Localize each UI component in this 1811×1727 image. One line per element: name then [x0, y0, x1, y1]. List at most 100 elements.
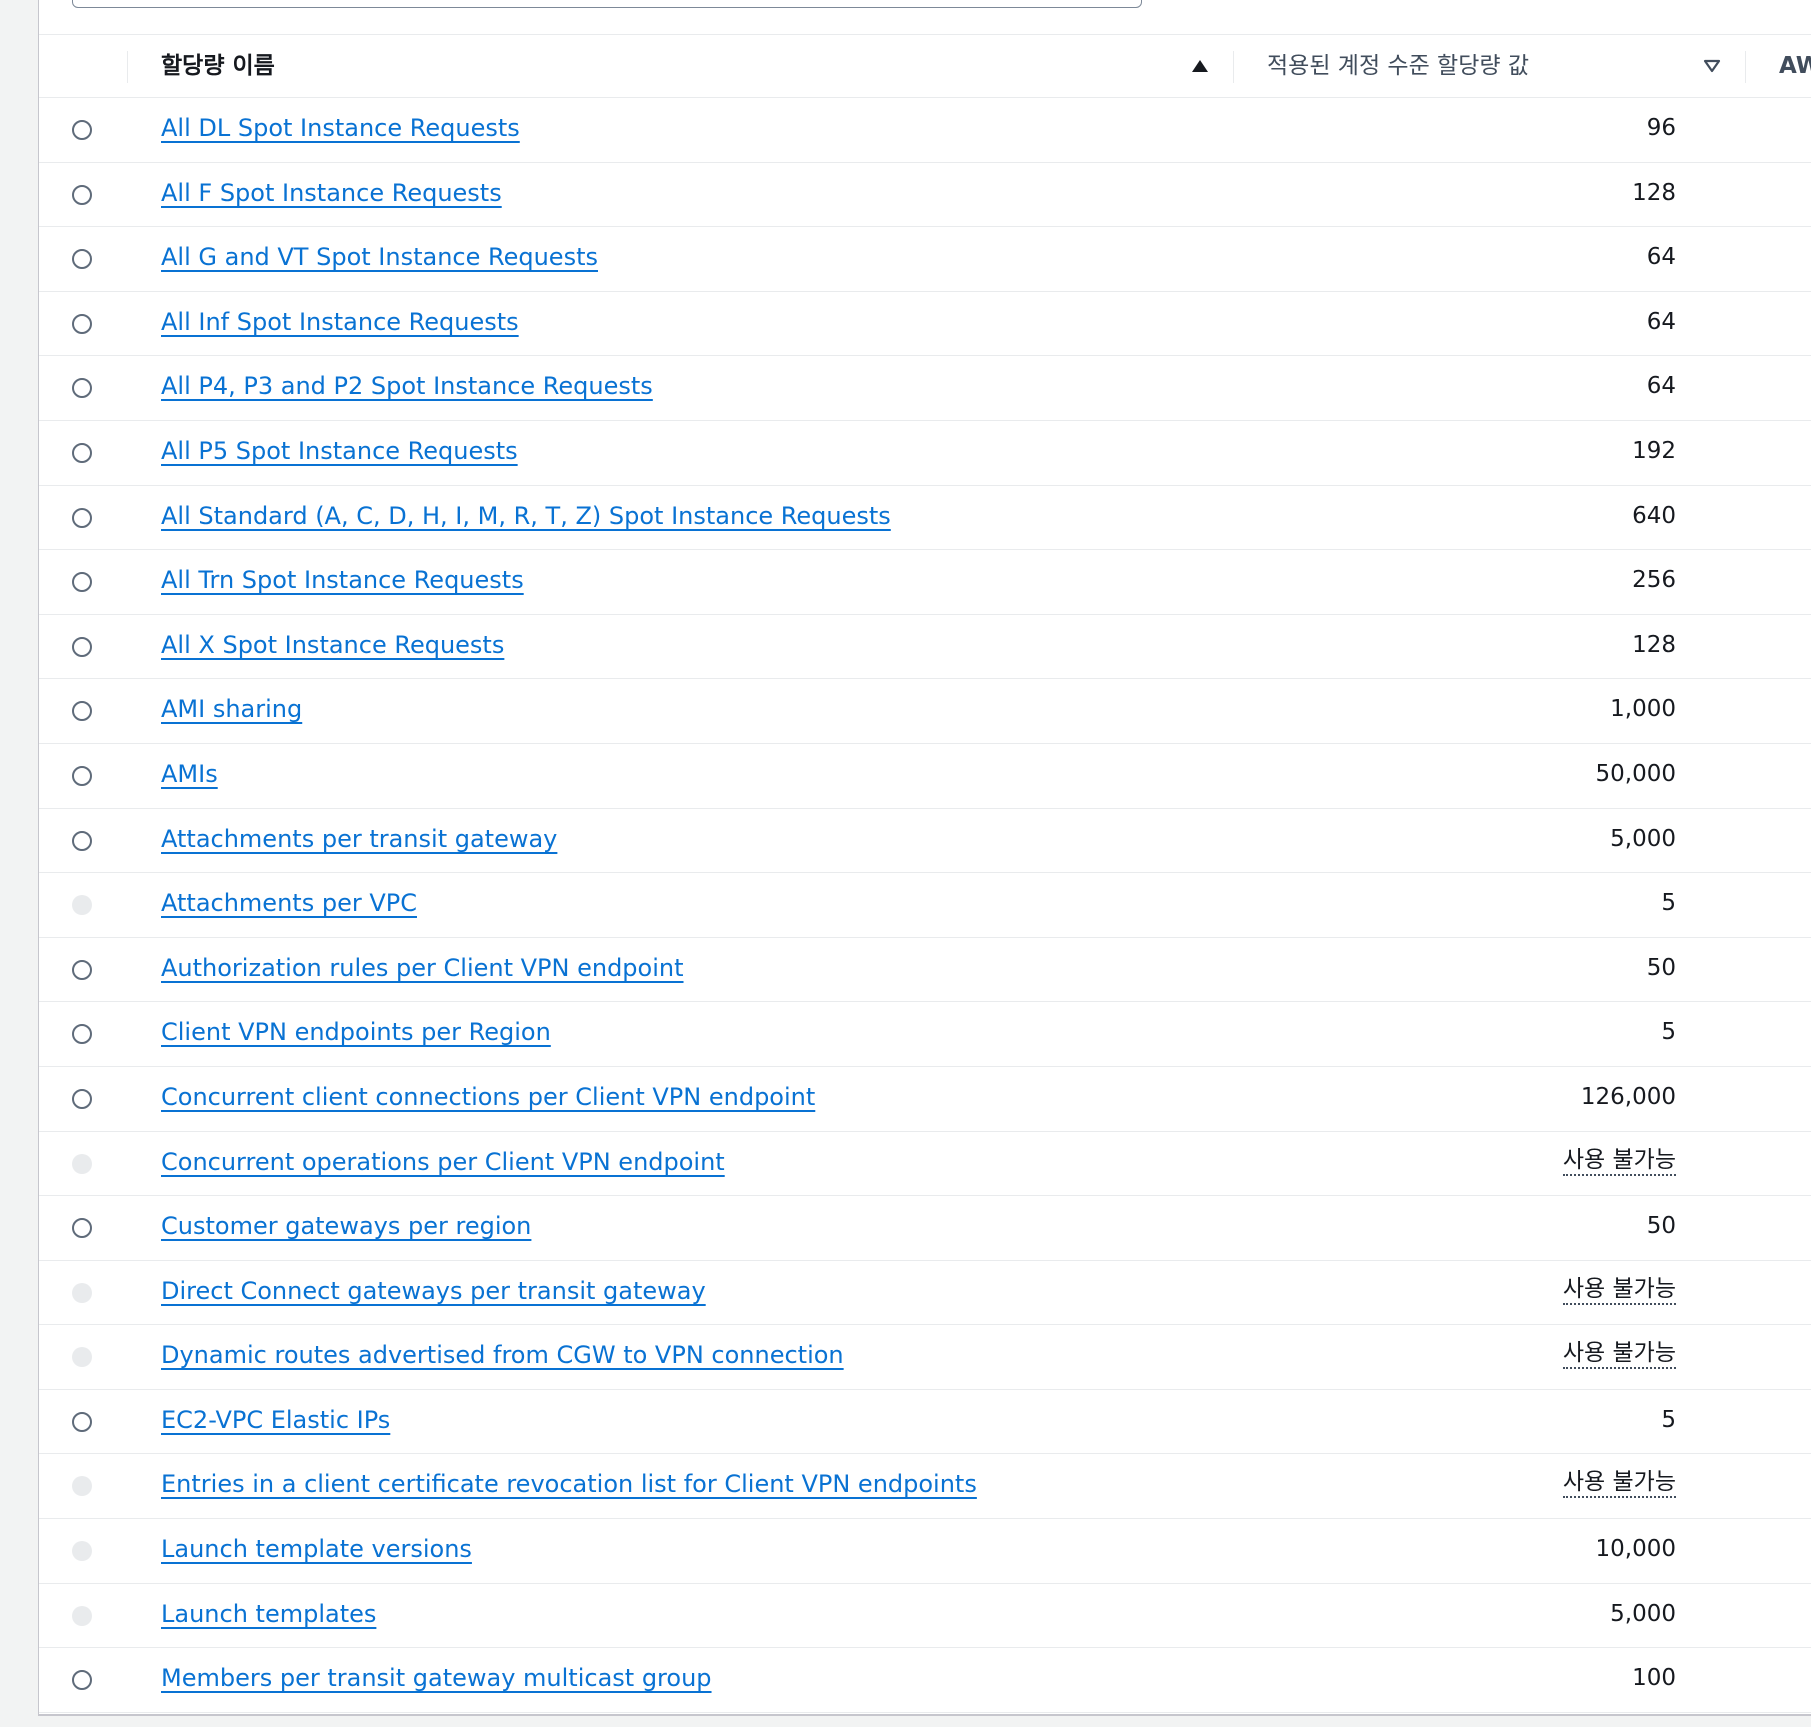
- quota-value: 64: [1646, 308, 1676, 335]
- quota-name-link[interactable]: All Inf Spot Instance Requests: [161, 306, 519, 338]
- quota-value: 128: [1632, 179, 1676, 206]
- quota-value: 128: [1632, 631, 1676, 658]
- quota-name-link[interactable]: AMIs: [161, 758, 218, 790]
- quota-value: 100: [1632, 1665, 1676, 1692]
- table-row[interactable]: AMIs 50,000: [39, 744, 1811, 809]
- row-select-radio: [72, 1153, 92, 1174]
- sort-descending-icon[interactable]: [1703, 59, 1721, 73]
- quota-name-link[interactable]: All Trn Spot Instance Requests: [161, 564, 524, 596]
- quota-value: 5: [1661, 890, 1676, 917]
- row-select-radio[interactable]: [72, 1024, 92, 1045]
- row-select-radio[interactable]: [72, 378, 92, 399]
- table-row[interactable]: All Inf Spot Instance Requests 64: [39, 292, 1811, 357]
- quota-value: 10,000: [1595, 1536, 1676, 1563]
- quota-value: 126,000: [1580, 1083, 1676, 1110]
- table-row[interactable]: Dynamic routes advertised from CGW to VP…: [39, 1325, 1811, 1390]
- table-row[interactable]: Authorization rules per Client VPN endpo…: [39, 938, 1811, 1003]
- quota-name-link[interactable]: Direct Connect gateways per transit gate…: [161, 1275, 706, 1307]
- quota-value: 256: [1632, 567, 1676, 594]
- quota-name-link[interactable]: All G and VT Spot Instance Requests: [161, 241, 598, 273]
- table-row[interactable]: Attachments per transit gateway 5,000: [39, 809, 1811, 874]
- table-row[interactable]: All G and VT Spot Instance Requests 64: [39, 227, 1811, 292]
- table-body: All DL Spot Instance Requests 96 All F Spo…: [39, 98, 1811, 1713]
- table-row[interactable]: Customer gateways per region 50: [39, 1196, 1811, 1261]
- quota-value: 640: [1632, 502, 1676, 529]
- row-select-radio[interactable]: [72, 572, 92, 593]
- filter-input[interactable]: [72, 0, 1142, 8]
- table-row[interactable]: Client VPN endpoints per Region 5: [39, 1002, 1811, 1067]
- row-select-radio[interactable]: [72, 701, 92, 722]
- header-divider: [1233, 51, 1234, 83]
- table-row[interactable]: Launch template versions 10,000: [39, 1519, 1811, 1584]
- quota-value: 50,000: [1595, 760, 1676, 787]
- quota-value-unavailable[interactable]: 사용 불가능: [1562, 1468, 1676, 1499]
- row-select-radio[interactable]: [72, 1088, 92, 1109]
- table-row[interactable]: Direct Connect gateways per transit gate…: [39, 1261, 1811, 1326]
- row-select-radio[interactable]: [72, 507, 92, 528]
- quota-value: 50: [1646, 954, 1676, 981]
- quota-name-link[interactable]: Customer gateways per region: [161, 1210, 531, 1242]
- row-select-radio: [72, 1541, 92, 1562]
- table-row[interactable]: Entries in a client certificate revocati…: [39, 1454, 1811, 1520]
- sort-ascending-icon[interactable]: [1191, 59, 1209, 73]
- table-row[interactable]: All P4, P3 and P2 Spot Instance Requests…: [39, 356, 1811, 421]
- table-row[interactable]: Concurrent operations per Client VPN end…: [39, 1132, 1811, 1197]
- column-header-aws-default[interactable]: AWS 기: [1779, 35, 1811, 97]
- row-select-radio[interactable]: [72, 184, 92, 205]
- row-select-radio[interactable]: [72, 1218, 92, 1239]
- table-row[interactable]: AMI sharing 1,000: [39, 679, 1811, 744]
- quota-name-link[interactable]: Concurrent operations per Client VPN end…: [161, 1146, 725, 1178]
- table-row[interactable]: Launch templates 5,000: [39, 1584, 1811, 1649]
- quota-name-link[interactable]: EC2-VPC Elastic IPs: [161, 1404, 390, 1436]
- table-row[interactable]: All Trn Spot Instance Requests 256: [39, 550, 1811, 615]
- table-row[interactable]: All DL Spot Instance Requests 96: [39, 98, 1811, 163]
- quota-value-unavailable[interactable]: 사용 불가능: [1562, 1275, 1676, 1305]
- row-select-radio[interactable]: [72, 442, 92, 463]
- row-select-radio[interactable]: [72, 765, 92, 786]
- quota-value: 192: [1632, 437, 1676, 464]
- row-select-radio[interactable]: [72, 636, 92, 657]
- quota-value: 96: [1646, 115, 1676, 141]
- table-row[interactable]: Members per transit gateway multicast gr…: [39, 1648, 1811, 1713]
- quota-value-unavailable[interactable]: 사용 불가능: [1562, 1339, 1676, 1370]
- quota-name-link[interactable]: AMI sharing: [161, 693, 302, 725]
- quota-name-link[interactable]: All P5 Spot Instance Requests: [161, 435, 518, 467]
- row-select-radio[interactable]: [72, 830, 92, 851]
- quota-name-link[interactable]: Launch template versions: [161, 1533, 472, 1565]
- table-row[interactable]: Concurrent client connections per Client…: [39, 1067, 1811, 1132]
- quota-name-link[interactable]: Attachments per transit gateway: [161, 823, 557, 855]
- quota-name-link[interactable]: Attachments per VPC: [161, 887, 417, 919]
- quota-value: 64: [1646, 244, 1676, 271]
- row-select-radio[interactable]: [72, 1670, 92, 1691]
- quota-name-link[interactable]: All X Spot Instance Requests: [161, 629, 504, 661]
- quota-name-link[interactable]: All DL Spot Instance Requests: [161, 112, 520, 144]
- quota-value-unavailable[interactable]: 사용 불가능: [1562, 1146, 1676, 1176]
- table-row[interactable]: Attachments per VPC 5: [39, 873, 1811, 938]
- quota-name-link[interactable]: Launch templates: [161, 1598, 376, 1630]
- table-row[interactable]: All Standard (A, C, D, H, I, M, R, T, Z)…: [39, 486, 1811, 551]
- row-select-radio[interactable]: [72, 959, 92, 980]
- table-row[interactable]: All P5 Spot Instance Requests 192: [39, 421, 1811, 486]
- quota-name-link[interactable]: Members per transit gateway multicast gr…: [161, 1662, 712, 1694]
- column-header-applied-value[interactable]: 적용된 계정 수준 할당량 값: [1267, 35, 1529, 97]
- quota-name-link[interactable]: All F Spot Instance Requests: [161, 177, 502, 209]
- row-select-radio[interactable]: [72, 313, 92, 334]
- table-row[interactable]: All F Spot Instance Requests 128: [39, 163, 1811, 228]
- row-select-radio[interactable]: [72, 249, 92, 270]
- column-header-quota-name[interactable]: 할당량 이름: [161, 35, 275, 97]
- table-row[interactable]: EC2-VPC Elastic IPs 5: [39, 1390, 1811, 1455]
- row-select-radio: [72, 1605, 92, 1626]
- row-select-radio[interactable]: [72, 1411, 92, 1432]
- quota-value: 5,000: [1610, 825, 1676, 852]
- quota-value: 1,000: [1610, 696, 1676, 723]
- quota-name-link[interactable]: All P4, P3 and P2 Spot Instance Requests: [161, 370, 653, 402]
- row-select-radio: [72, 1476, 92, 1497]
- table-row[interactable]: All X Spot Instance Requests 128: [39, 615, 1811, 680]
- quota-name-link[interactable]: Entries in a client certificate revocati…: [161, 1468, 977, 1500]
- quota-name-link[interactable]: Client VPN endpoints per Region: [161, 1016, 551, 1048]
- quota-name-link[interactable]: All Standard (A, C, D, H, I, M, R, T, Z)…: [161, 500, 891, 532]
- quota-name-link[interactable]: Concurrent client connections per Client…: [161, 1081, 815, 1113]
- row-select-radio[interactable]: [72, 120, 92, 140]
- quota-name-link[interactable]: Authorization rules per Client VPN endpo…: [161, 952, 684, 984]
- quota-name-link[interactable]: Dynamic routes advertised from CGW to VP…: [161, 1339, 844, 1371]
